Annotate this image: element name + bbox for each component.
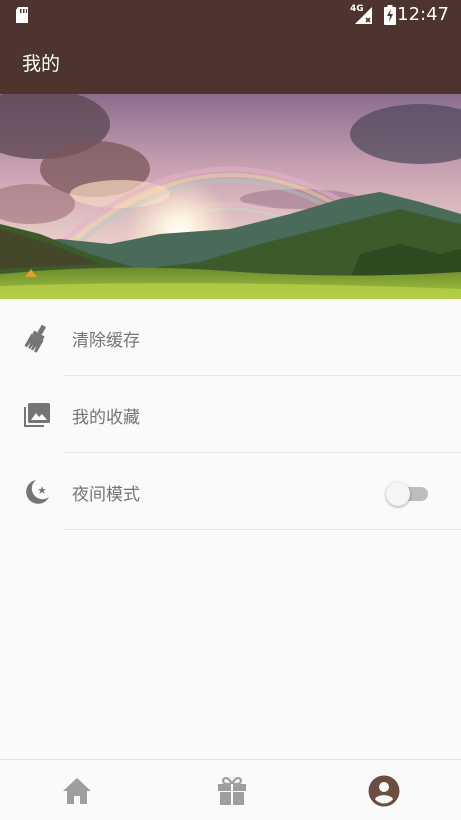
signal-icon — [355, 7, 372, 24]
menu-item-label: 夜间模式 — [72, 485, 140, 505]
sd-card-icon — [16, 7, 28, 23]
toggle-thumb — [386, 482, 410, 506]
moon-star-icon — [26, 480, 49, 504]
divider — [64, 529, 461, 530]
header-banner-image — [0, 94, 461, 299]
menu-item-label: 清除缓存 — [72, 331, 140, 351]
menu-item-night-mode[interactable]: 夜间模式 — [0, 453, 461, 530]
night-mode-toggle[interactable] — [386, 480, 430, 506]
photo-library-icon — [24, 403, 50, 427]
menu-item-favorites[interactable]: 我的收藏 — [0, 376, 461, 453]
status-bar: 4G 12:47 — [0, 0, 461, 30]
account-icon[interactable] — [367, 774, 401, 808]
battery-charging-icon — [384, 5, 396, 25]
home-icon[interactable] — [60, 774, 94, 808]
settings-list: 清除缓存 我的收藏 夜间模式 — [0, 299, 461, 530]
app-bar: 我的 — [0, 30, 461, 94]
gift-icon[interactable] — [215, 774, 249, 808]
menu-item-clear-cache[interactable]: 清除缓存 — [0, 299, 461, 376]
status-time: 12:47 — [397, 4, 449, 25]
menu-item-label: 我的收藏 — [72, 408, 140, 428]
page-title: 我的 — [22, 53, 61, 75]
broom-icon — [24, 324, 46, 353]
bottom-navigation — [0, 759, 461, 820]
